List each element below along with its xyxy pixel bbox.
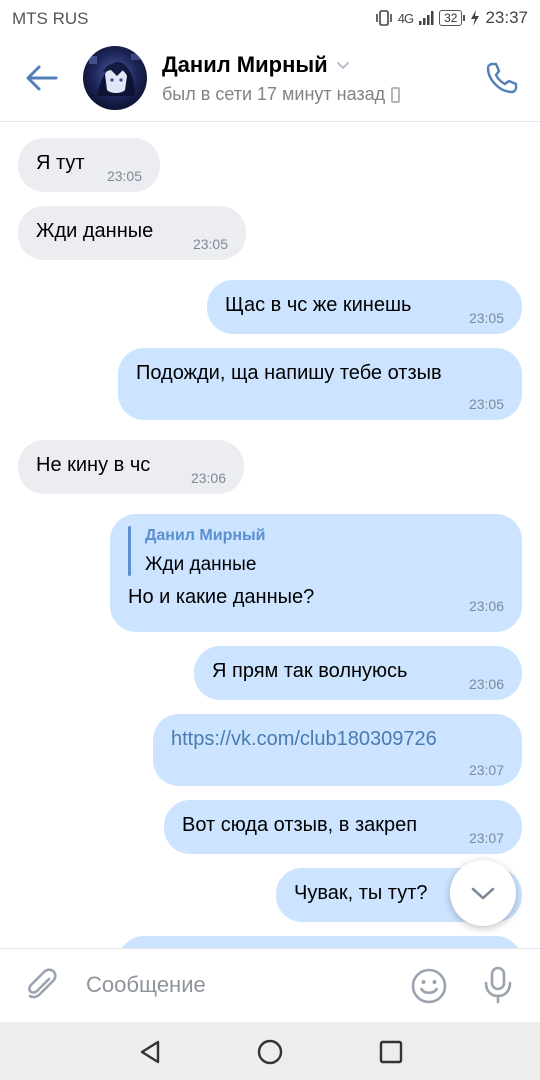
- last-seen-text: был в сети 17 минут назад: [162, 84, 386, 104]
- message-bubble-outgoing[interactable]: Щас в чс же кинешь 23:05: [207, 280, 522, 334]
- message-time: 23:06: [468, 676, 504, 692]
- last-seen-status: был в сети 17 минут назад: [162, 84, 401, 105]
- message-bubble-outgoing[interactable]: Вот сюда отзыв, в закреп 23:07: [164, 800, 522, 854]
- battery-icon: 32: [439, 10, 466, 26]
- message-link[interactable]: https://vk.com/club180309726: [171, 728, 437, 751]
- vibrate-icon: [375, 10, 392, 26]
- paperclip-icon: [28, 968, 57, 999]
- message-bubble-incoming[interactable]: Не кину в чс 23:06: [18, 440, 244, 494]
- triangle-back-icon: [140, 1040, 160, 1064]
- message-text: Я прям так волнуюсь: [212, 660, 408, 682]
- smile-icon: [411, 968, 447, 1004]
- reply-text: Жди данные: [145, 554, 257, 575]
- message-text: Вот сюда отзыв, в закреп: [182, 814, 418, 836]
- message-text: Щас в чс же кинешь: [225, 294, 412, 316]
- chat-header: Данил Мирный был в сети 17 минут назад: [0, 36, 540, 122]
- system-navigation-bar: [0, 1022, 540, 1080]
- carrier-name: MTS RUS: [12, 9, 89, 28]
- message-composer: [0, 948, 540, 1022]
- reply-author: Данил Мирный: [145, 527, 266, 544]
- message-input[interactable]: [86, 967, 386, 1003]
- chevron-down-icon: [471, 887, 495, 900]
- microphone-icon: [484, 966, 512, 1004]
- message-list[interactable]: Я тут 23:05 Жди данные 23:05 Щас в чс же…: [0, 122, 540, 948]
- mobile-device-icon: [391, 86, 401, 103]
- message-text: Подожди, ща напишу тебе отзыв: [136, 362, 442, 384]
- network-type: 4G: [397, 10, 414, 26]
- square-recents-icon: [379, 1040, 403, 1064]
- message-bubble-incoming[interactable]: Я тут 23:05: [18, 138, 160, 192]
- message-time: 23:06: [190, 470, 226, 486]
- status-bar: MTS RUS 4G 32 23:37: [0, 0, 540, 36]
- nav-recents-button[interactable]: [377, 1038, 405, 1066]
- reply-quote-bar: [128, 526, 131, 576]
- emoji-button[interactable]: [410, 967, 448, 1005]
- circle-home-icon: [257, 1039, 283, 1065]
- charging-icon: [471, 10, 480, 26]
- message-bubble-incoming[interactable]: Жди данные 23:05: [18, 206, 246, 260]
- message-bubble-outgoing-reply[interactable]: Данил Мирный Жди данные Но и какие данны…: [110, 514, 522, 632]
- message-text: Не кину в чс: [36, 454, 151, 476]
- avatar-image: [83, 46, 147, 110]
- nav-home-button[interactable]: [256, 1038, 284, 1066]
- voice-message-button[interactable]: [480, 965, 516, 1005]
- message-time: 23:05: [192, 236, 228, 252]
- phone-icon: [486, 62, 518, 94]
- status-indicators: 4G 32 23:37: [375, 8, 528, 28]
- message-time: 23:05: [106, 168, 142, 184]
- message-text: Я тут: [36, 152, 85, 174]
- message-time: 23:07: [468, 830, 504, 846]
- back-button[interactable]: [22, 60, 62, 96]
- call-button[interactable]: [484, 60, 520, 96]
- clock: 23:37: [485, 8, 528, 27]
- message-bubble-outgoing[interactable]: Я прям так волнуюсь 23:06: [194, 646, 522, 700]
- scroll-to-bottom-button[interactable]: [450, 860, 516, 926]
- message-bubble-outgoing[interactable]: Подожди, ща напишу тебе отзыв 23:05: [118, 348, 522, 420]
- message-time: 23:05: [468, 396, 504, 412]
- message-time: 23:05: [468, 310, 504, 326]
- signal-icon: [419, 11, 434, 25]
- avatar[interactable]: [83, 46, 147, 110]
- arrow-left-icon: [26, 65, 58, 91]
- message-text: Жди данные: [36, 220, 154, 242]
- message-bubble-outgoing-partial[interactable]: [118, 936, 522, 948]
- contact-name-button[interactable]: Данил Мирный: [162, 52, 350, 78]
- nav-back-button[interactable]: [136, 1038, 164, 1066]
- message-text: Чувак, ты тут?: [294, 882, 428, 904]
- contact-name: Данил Мирный: [162, 52, 328, 77]
- battery-level: 32: [439, 10, 463, 26]
- message-text: Но и какие данные?: [128, 586, 315, 608]
- attach-button[interactable]: [22, 965, 62, 1005]
- message-time: 23:07: [468, 762, 504, 778]
- chevron-down-icon: [336, 62, 349, 70]
- message-bubble-outgoing[interactable]: https://vk.com/club180309726 23:07: [153, 714, 522, 786]
- message-time: 23:06: [468, 598, 504, 614]
